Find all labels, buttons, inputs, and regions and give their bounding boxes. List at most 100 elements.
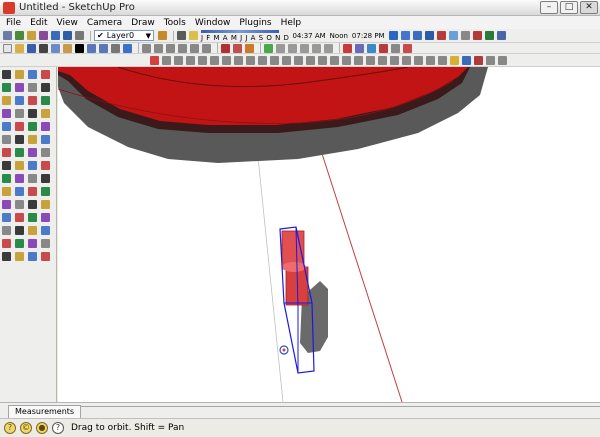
get-models-icon[interactable] [63,31,72,40]
toggle-terrain-icon[interactable] [27,31,36,40]
x-ray-icon[interactable] [388,31,398,40]
front-view-icon[interactable] [166,43,175,53]
texture-tool-icon[interactable] [28,226,37,235]
component-attributes-icon[interactable] [486,55,495,65]
share-model-icon[interactable] [51,31,60,40]
dynamic-components-icon[interactable] [462,55,471,65]
model-viewport[interactable] [58,67,600,402]
scenes-tool-icon[interactable] [41,239,50,248]
outer-shell-icon[interactable] [264,43,273,53]
style-20-icon[interactable] [390,55,399,65]
style-5-icon[interactable] [210,55,219,65]
photo-textures-icon[interactable] [39,31,48,40]
arc-tool-icon[interactable] [2,122,11,131]
section-tool-icon[interactable] [41,174,50,183]
style-21-icon[interactable] [402,55,411,65]
print-icon[interactable] [111,43,120,53]
layer-manager-icon[interactable] [158,31,167,40]
help-icon[interactable]: ? [52,422,64,434]
add-detail-icon[interactable] [403,43,412,53]
style-23-icon[interactable] [426,55,435,65]
select-tool-icon[interactable] [2,70,11,79]
style-shaded-icon[interactable] [150,55,159,65]
component-attrs-tool-icon[interactable] [2,252,11,261]
add-detail-tool-icon[interactable] [15,200,24,209]
union-tool-icon[interactable] [28,213,37,222]
three-point-arc-tool-icon[interactable] [28,122,37,131]
paint-bucket-tool-icon[interactable] [28,70,37,79]
erase-icon[interactable] [75,43,84,53]
extra-tool-icon[interactable] [41,252,50,261]
style-13-icon[interactable] [306,55,315,65]
undo-icon[interactable] [87,43,96,53]
orbit-tool-icon[interactable] [2,83,11,92]
menu-draw[interactable]: Draw [131,18,155,28]
credits-icon[interactable]: © [20,422,32,434]
section-plane-icon[interactable] [221,43,230,53]
add-location-icon[interactable] [15,31,24,40]
redo-icon[interactable] [99,43,108,53]
protractor-tool-icon[interactable] [41,148,50,157]
measurements-input[interactable] [81,406,600,418]
style-14-icon[interactable] [318,55,327,65]
two-point-arc-tool-icon[interactable] [15,122,24,131]
circle-tool-icon[interactable] [28,109,37,118]
intersect-tool-icon[interactable] [15,213,24,222]
sandbox-from-scratch-icon[interactable] [355,43,364,53]
iso-view-icon[interactable] [142,43,151,53]
back-view-icon[interactable] [190,43,199,53]
style-24-icon[interactable] [438,55,447,65]
style-16-icon[interactable] [342,55,351,65]
left-view-icon[interactable] [202,43,211,53]
freehand-tool-icon[interactable] [41,96,50,105]
text-tool-icon[interactable] [15,161,24,170]
style-1-icon[interactable] [162,55,171,65]
rectangle-tool-icon[interactable] [2,109,11,118]
component-options-icon[interactable] [474,55,483,65]
toolbar-more-icon[interactable] [498,55,507,65]
stamp-tool-icon[interactable] [41,187,50,196]
flip-edge-tool-icon[interactable] [28,200,37,209]
style-18-icon[interactable] [366,55,375,65]
right-view-icon[interactable] [178,43,187,53]
zoom-extents-tool-icon[interactable] [2,96,11,105]
tape-measure-tool-icon[interactable] [28,148,37,157]
geo-location-icon[interactable]: ? [4,422,16,434]
display-section-planes-icon[interactable] [233,43,242,53]
close-button[interactable]: ✕ [580,1,598,14]
style-3-icon[interactable] [186,55,195,65]
style-17-icon[interactable] [354,55,363,65]
position-camera-icon[interactable] [496,31,506,40]
push-pull-tool-icon[interactable] [2,135,11,144]
menu-window[interactable]: Window [195,18,231,28]
menu-tools[interactable]: Tools [164,18,186,28]
menu-camera[interactable]: Camera [87,18,122,28]
eraser-tool-icon[interactable] [41,70,50,79]
style-22-icon[interactable] [414,55,423,65]
walk-tool-icon[interactable] [2,174,11,183]
interact-tool-icon[interactable] [41,200,50,209]
style-6-icon[interactable] [222,55,231,65]
style-10-icon[interactable] [270,55,279,65]
look-around-icon[interactable] [484,31,494,40]
style-4-icon[interactable] [198,55,207,65]
solid-tool-icon[interactable] [28,252,37,261]
zoom-window-tool-icon[interactable] [41,83,50,92]
trim-tool-icon[interactable] [2,226,11,235]
3d-text-tool-icon[interactable] [41,161,50,170]
shaded-icon[interactable] [436,31,446,40]
layers-tool-icon[interactable] [15,239,24,248]
trim-icon[interactable] [312,43,321,53]
sandbox-scratch-tool-icon[interactable] [15,187,24,196]
menu-file[interactable]: File [6,18,21,28]
dynamic-tool-icon[interactable] [15,252,24,261]
rotated-rectangle-tool-icon[interactable] [15,109,24,118]
style-15-icon[interactable] [330,55,339,65]
hidden-line-icon[interactable] [424,31,434,40]
minimize-button[interactable]: – [540,1,558,14]
style-11-icon[interactable] [282,55,291,65]
walk-icon[interactable] [472,31,482,40]
drape-tool-icon[interactable] [2,200,11,209]
user-icon[interactable]: ● [36,422,48,434]
add-component-icon[interactable] [75,31,84,40]
